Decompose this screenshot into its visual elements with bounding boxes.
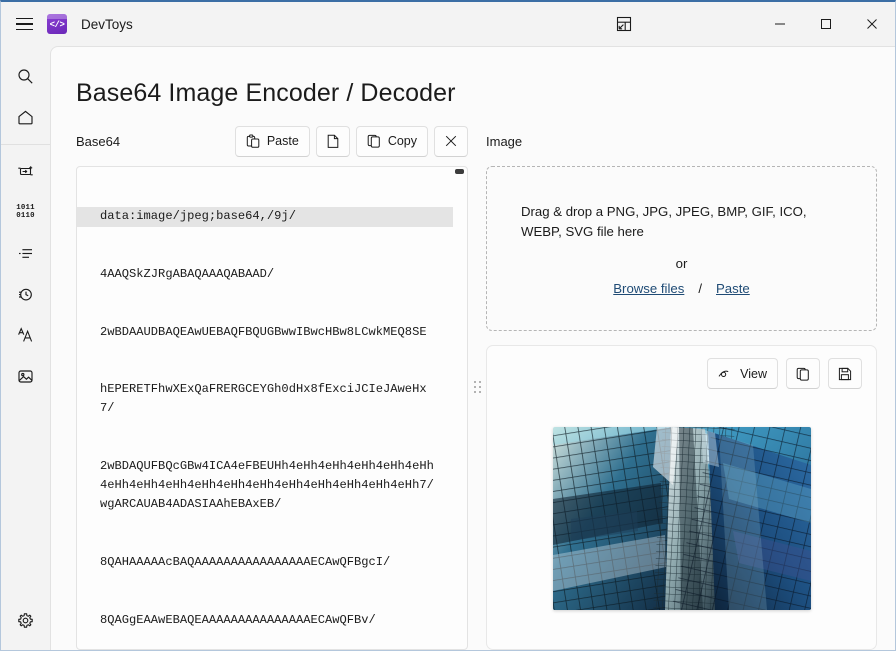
- base64-pane: Base64 Paste Copy data:image/jpeg;base64…: [76, 124, 468, 650]
- open-file-button[interactable]: [315, 125, 350, 157]
- binary-icon: 1011 0110: [16, 204, 35, 220]
- copy-button[interactable]: Copy: [355, 125, 428, 157]
- app-title: DevToys: [81, 16, 133, 32]
- base64-label: Base64: [76, 133, 121, 149]
- sidebar-item-search[interactable]: [6, 56, 46, 96]
- image-dropzone[interactable]: Drag & drop a PNG, JPG, JPEG, BMP, GIF, …: [486, 166, 877, 331]
- sidebar-item-formatters[interactable]: [6, 233, 46, 273]
- image-pane: Image Drag & drop a PNG, JPG, JPEG, BMP,…: [486, 124, 877, 650]
- base64-toolbar: Paste Copy: [234, 125, 468, 157]
- sidebar-item-home[interactable]: [6, 97, 46, 137]
- dropzone-actions: Browse files / Paste: [613, 281, 750, 296]
- app-window: </> DevToys 1011 0110 Base64 Image Encod…: [0, 0, 896, 651]
- editor-scrollbar[interactable]: [453, 167, 467, 649]
- paste-image-link[interactable]: Paste: [716, 281, 750, 296]
- maximize-button[interactable]: [803, 2, 849, 46]
- hamburger-menu-icon[interactable]: [1, 2, 47, 46]
- sidebar-item-text[interactable]: [6, 315, 46, 355]
- clear-button[interactable]: [434, 125, 468, 157]
- dropzone-text: Drag & drop a PNG, JPG, JPEG, BMP, GIF, …: [521, 203, 807, 239]
- close-button[interactable]: [849, 2, 895, 46]
- image-preview-card: View: [486, 345, 877, 650]
- app-logo-icon: </>: [47, 14, 67, 34]
- copy-image-button[interactable]: [786, 358, 820, 389]
- editor-line: 8QAHAAAAAcBAQAAAAAAAAAAAAAAAAECAwQFBgcI/: [100, 555, 391, 570]
- view-image-label: View: [740, 366, 767, 381]
- pane-splitter[interactable]: [468, 124, 486, 650]
- paste-button-label: Paste: [266, 134, 299, 148]
- app-logo-glyph: </>: [49, 20, 65, 30]
- close-x-icon: [444, 134, 458, 148]
- binary-icon-bottom: 0110: [16, 212, 35, 220]
- copy-button-label: Copy: [387, 134, 417, 148]
- content-area: Base64 Image Encoder / Decoder Base64 Pa…: [50, 46, 895, 650]
- sidebar-item-converters[interactable]: [6, 151, 46, 191]
- title-bar: </> DevToys: [1, 2, 895, 46]
- base64-pane-header: Base64 Paste Copy: [76, 124, 468, 158]
- dropzone-separator: /: [698, 280, 703, 296]
- compact-overlay-icon[interactable]: [601, 2, 647, 46]
- image-label: Image: [486, 133, 523, 149]
- base64-editor[interactable]: data:image/jpeg;base64,/9j/ 4AAQSkZJRgAB…: [76, 166, 468, 650]
- editor-line: 2wBDAQUFBQcGBw4ICA4eFBEUHh4eHh4eHh4eHh4e…: [100, 459, 434, 512]
- sidebar-item-encoders-decoders[interactable]: 1011 0110: [6, 192, 46, 232]
- dropzone-or: or: [675, 255, 688, 271]
- clipboard-paste-icon: [246, 134, 260, 148]
- search-icon: [17, 68, 34, 85]
- copy-icon: [367, 134, 381, 148]
- copy-icon: [796, 367, 810, 381]
- view-image-button[interactable]: View: [707, 358, 778, 389]
- text-font-icon: [17, 326, 35, 344]
- image-icon: [17, 368, 34, 385]
- sidebar-item-graphic[interactable]: [6, 356, 46, 396]
- sidebar-item-settings[interactable]: [6, 600, 46, 640]
- editor-scrollbar-thumb[interactable]: [455, 169, 464, 174]
- navigation-sidebar: 1011 0110: [1, 46, 50, 650]
- editor-line: 8QAGgEAAwEBAQEAAAAAAAAAAAAAAAECAwQFBv/: [100, 612, 376, 627]
- image-preview-toolbar: View: [501, 358, 862, 389]
- image-preview-holder: [501, 401, 862, 635]
- eye-icon: [718, 368, 733, 380]
- paste-button[interactable]: Paste: [234, 125, 310, 157]
- minimize-button[interactable]: [757, 2, 803, 46]
- sidebar-divider: [1, 144, 50, 145]
- browse-files-link[interactable]: Browse files: [613, 281, 684, 296]
- document-icon: [326, 134, 340, 149]
- base64-editor-content[interactable]: data:image/jpeg;base64,/9j/ 4AAQSkZJRgAB…: [77, 167, 453, 649]
- clock-icon: [17, 286, 34, 303]
- editor-line: data:image/jpeg;base64,/9j/: [77, 207, 453, 227]
- window-body: 1011 0110 Base64 Image Encoder / Decoder…: [1, 46, 895, 650]
- splitter-grip-icon: [473, 381, 481, 393]
- home-icon: [17, 109, 34, 126]
- save-floppy-icon: [838, 367, 852, 381]
- save-image-button[interactable]: [828, 358, 862, 389]
- preview-image[interactable]: [552, 426, 811, 610]
- editor-line: 2wBDAAUDBAQEAwUEBAQFBQUGBwwIBwcHBw8LCwkM…: [100, 324, 427, 339]
- window-controls: [601, 2, 895, 46]
- panes-container: Base64 Paste Copy data:image/jpeg;base64…: [51, 108, 895, 650]
- editor-line: hEPERETFhwXExQaFRERGCEYGh0dHx8fExciJCIeJ…: [100, 382, 427, 416]
- binary-icon-top: 1011: [16, 204, 35, 212]
- list-icon: [17, 245, 34, 262]
- sidebar-item-generators[interactable]: [6, 274, 46, 314]
- gear-icon: [17, 612, 34, 629]
- page-title: Base64 Image Encoder / Decoder: [76, 79, 456, 107]
- converters-icon: [17, 163, 34, 180]
- editor-line: 4AAQSkZJRgABAQAAAQABAAD/: [100, 267, 275, 282]
